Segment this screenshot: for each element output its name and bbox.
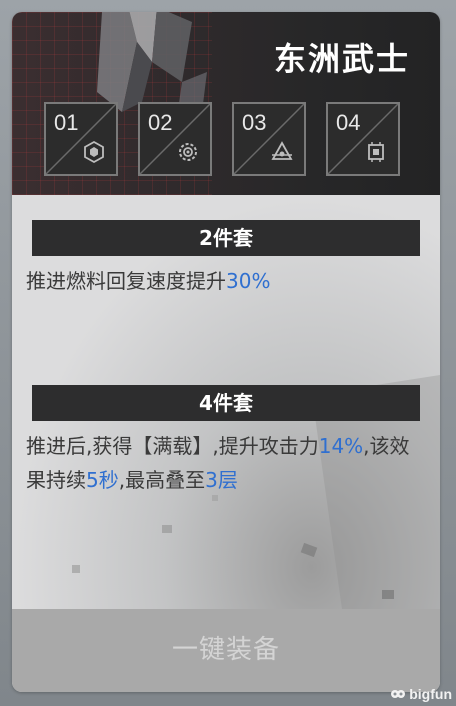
set4-attack-value: 14%	[318, 434, 364, 458]
microchip-icon	[368, 142, 384, 162]
slot-03[interactable]: 03	[232, 102, 306, 176]
hexagon-shield-icon	[84, 140, 104, 164]
set4-stack-value: 3层	[205, 468, 238, 492]
slot-04[interactable]: 04	[326, 102, 400, 176]
set4-duration-value: 5秒	[86, 468, 119, 492]
set-effects-panel: 2件套 推进燃料回复速度提升30% 4件套 推进后,获得【满载】,提升攻击力14…	[12, 195, 440, 609]
set4-description: 推进后,获得【满载】,提升攻击力14%,该效果持续5秒,最高叠至3层	[26, 429, 428, 497]
equipment-set-card: 东洲武士 01 02 03 04 2件套 推进燃料回复速度提升30% 4件套 推…	[12, 12, 440, 692]
set4-desc-text-a: 推进后,获得【满载】,提升攻击力	[26, 434, 319, 458]
set4-heading: 4件套	[32, 385, 420, 421]
equip-all-button[interactable]: 一键装备	[12, 609, 440, 692]
watermark: bigfun	[390, 686, 452, 702]
bigfun-logo-icon	[391, 690, 406, 698]
slot-number: 03	[242, 110, 267, 135]
set4-desc-text-c: ,最高叠至	[118, 468, 206, 492]
page: 东洲武士 01 02 03 04 2件套 推进燃料回复速度提升30% 4件套 推…	[0, 0, 456, 706]
set2-desc-text: 推进燃料回复速度提升	[26, 269, 226, 293]
slot-number: 01	[54, 110, 79, 135]
slot-number: 04	[336, 110, 361, 135]
slot-row: 01 02 03 04	[44, 102, 400, 176]
watermark-text: bigfun	[409, 686, 452, 702]
card-header: 东洲武士 01 02 03 04	[12, 12, 440, 195]
gear-target-icon	[179, 143, 197, 161]
slot-01[interactable]: 01	[44, 102, 118, 176]
triangle-eye-icon	[271, 141, 293, 160]
set-title: 东洲武士	[273, 40, 410, 78]
set2-value: 30%	[226, 269, 271, 293]
set2-heading: 2件套	[32, 220, 420, 256]
slot-02[interactable]: 02	[138, 102, 212, 176]
set2-description: 推进燃料回复速度提升30%	[26, 264, 428, 298]
slot-number: 02	[148, 110, 173, 135]
